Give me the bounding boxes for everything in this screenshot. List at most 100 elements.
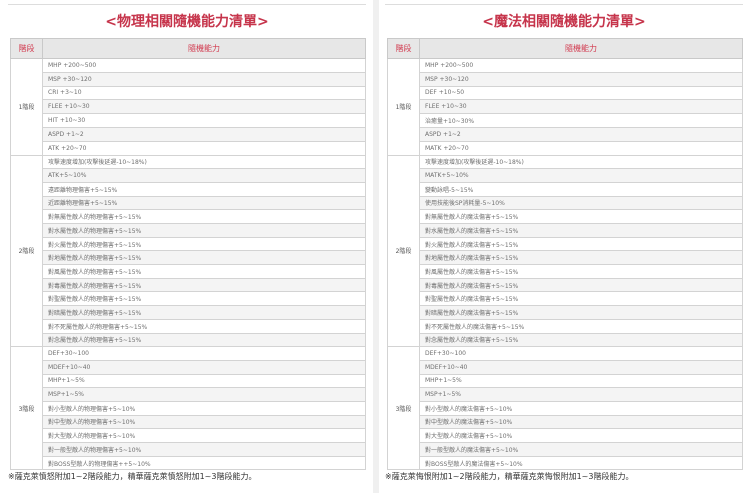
ability-cell: MHP +200~500: [419, 58, 743, 73]
ability-cell: 遠距離物理傷害+5~15%: [42, 181, 366, 197]
table-row: 2階段 攻擊速度增加(攻擊後延遲-10~18%): [387, 154, 743, 348]
ability-cell: 對中型敵人的物理傷害+5~10%: [42, 414, 366, 430]
stage-cell: 3階段: [10, 346, 43, 471]
magic-table: 階段 隨機能力 1階段 MHP +200~500 MSP +30~120 DEF +1…: [387, 38, 743, 471]
ability-cell: 對毒屬性敵人的物理傷害+5~15%: [42, 277, 366, 293]
table-row: 對念屬性敵人的魔法傷害+5~15%: [388, 332, 743, 348]
physical-title: <物理相關隨機能力清單>: [105, 14, 269, 30]
ability-cell: MSP+1~5%: [419, 387, 743, 402]
table-row: MSP+1~5%: [11, 387, 366, 402]
table-row: ATK+5~10%: [11, 168, 366, 183]
ability-cell: 對BOSS型敵人的魔法傷害+5~10%: [419, 455, 743, 471]
ability-cell: ASPD +1~2: [42, 126, 366, 142]
stage-cell: 1階段: [10, 58, 43, 156]
table-row: 1階段 MHP +200~500: [10, 58, 366, 156]
table-row: 對火屬性敵人的物理傷害+5~15%: [11, 236, 366, 252]
magic-footnote: ※薩克萊悔恨附加1~2階段能力，精華薩克萊悔恨附加1~3階段能力。: [385, 472, 634, 481]
ability-cell: HIT +10~30: [42, 113, 366, 128]
table-row: MDEF+10~40: [388, 359, 743, 375]
ability-cell: 對水屬性敵人的物理傷害+5~15%: [42, 223, 366, 238]
table-row: 對一般型敵人的物理傷害+5~10%: [11, 442, 366, 457]
ability-cell: MDEF+10~40: [419, 359, 743, 375]
table-row: 對地屬性敵人的物理傷害+5~15%: [11, 250, 366, 266]
table-row: 對聖屬性敵人的魔法傷害+5~15%: [388, 291, 743, 307]
ability-cell: 對火屬性敵人的魔法傷害+5~15%: [419, 236, 743, 252]
table-row: 對念屬性敵人的物理傷害+5~15%: [11, 332, 366, 348]
top-rule: [8, 4, 366, 5]
ability-cell: MHP +200~500: [42, 58, 366, 73]
stage-cell: 2階段: [10, 154, 43, 348]
ability-cell: ASPD +1~2: [419, 126, 743, 142]
table-row: 3階段 DEF+30~100: [10, 346, 366, 471]
ability-cell: 對聖屬性敵人的物理傷害+5~15%: [42, 291, 366, 307]
ability-header: 隨機能力: [419, 38, 743, 59]
table-row: ASPD +1~2: [11, 126, 366, 142]
physical-footnote: ※薩克萊憤怒附加1~2階段能力，精華薩克萊憤怒附加1~3階段能力。: [8, 472, 257, 481]
table-row: 對一般型敵人的魔法傷害+5~10%: [388, 442, 743, 457]
table-row: 對大型敵人的物理傷害+5~10%: [11, 428, 366, 444]
table-row: ASPD +1~2: [388, 126, 743, 142]
table-row: 1階段 MHP +200~500: [387, 58, 743, 156]
table-row: 對聖屬性敵人的物理傷害+5~15%: [11, 291, 366, 307]
ability-cell: 變動詠唱-5~15%: [419, 181, 743, 197]
physical-table: 階段 隨機能力 1階段 MHP +200~500 MSP +30~120 CRI +3…: [10, 38, 366, 471]
table-row: 近距離物理傷害+5~15%: [11, 195, 366, 211]
ability-cell: 對聖屬性敵人的魔法傷害+5~15%: [419, 291, 743, 307]
table-row: 對BOSS型敵人的魔法傷害+5~10%: [388, 455, 743, 471]
table-row: 對毒屬性敵人的物理傷害+5~15%: [11, 277, 366, 293]
table-row: 對不死屬性敵人的物理傷害+5~15%: [11, 318, 366, 334]
ability-cell: ATK +20~70: [42, 140, 366, 156]
ability-cell: 對火屬性敵人的物理傷害+5~15%: [42, 236, 366, 252]
stage-header: 階段: [10, 38, 43, 59]
ability-cell: 對念屬性敵人的物理傷害+5~15%: [42, 332, 366, 348]
table-row: ATK +20~70: [11, 140, 366, 156]
ability-cell: 對不死屬性敵人的物理傷害+5~15%: [42, 318, 366, 334]
ability-cell: MSP+1~5%: [42, 387, 366, 402]
ability-cell: MSP +30~120: [42, 71, 366, 87]
table-row: 對水屬性敵人的魔法傷害+5~15%: [388, 223, 743, 238]
table-row: 治癒量+10~30%: [388, 113, 743, 128]
magic-panel: <魔法相關隨機能力清單> 階段 隨機能力 1階段 MHP +200~500 MSP …: [385, 0, 743, 493]
table-row: 2階段 攻擊速度增加(攻擊後延遲-10~18%): [10, 154, 366, 348]
table-row: MSP +30~120: [388, 71, 743, 87]
table-row: MSP +30~120: [11, 71, 366, 87]
table-row: MATK+5~10%: [388, 168, 743, 183]
ability-cell: DEF+30~100: [42, 346, 366, 361]
ability-cell: 對水屬性敵人的魔法傷害+5~15%: [419, 223, 743, 238]
table-row: 對火屬性敵人的魔法傷害+5~15%: [388, 236, 743, 252]
stage-cell: 2階段: [387, 154, 420, 348]
stage-header: 階段: [387, 38, 420, 59]
table-row: MDEF+10~40: [11, 359, 366, 375]
ability-cell: MATK+5~10%: [419, 168, 743, 183]
table-row: FLEE +10~30: [11, 99, 366, 115]
ability-cell: 對風屬性敵人的物理傷害+5~15%: [42, 264, 366, 279]
ability-cell: 對地屬性敵人的魔法傷害+5~15%: [419, 250, 743, 266]
table-row: 對無屬性敵人的魔法傷害+5~15%: [388, 209, 743, 225]
ability-cell: 對大型敵人的物理傷害+5~10%: [42, 428, 366, 444]
table-row: 對中型敵人的魔法傷害+5~10%: [388, 414, 743, 430]
table-row: 使用技能後SP消耗量-5~10%: [388, 195, 743, 211]
table-row: 對風屬性敵人的魔法傷害+5~15%: [388, 264, 743, 279]
ability-cell: 對BOSS型敵人的物理傷害++5~10%: [42, 455, 366, 471]
ability-cell: 對一般型敵人的物理傷害+5~10%: [42, 442, 366, 457]
table-row: MHP+1~5%: [388, 373, 743, 389]
table-row: 對大型敵人的魔法傷害+5~10%: [388, 428, 743, 444]
table-row: 3階段 DEF+30~100: [387, 346, 743, 471]
ability-cell: 對念屬性敵人的魔法傷害+5~15%: [419, 332, 743, 348]
ability-cell: MATK +20~70: [419, 140, 743, 156]
table-row: 對BOSS型敵人的物理傷害++5~10%: [11, 455, 366, 471]
ability-cell: DEF +10~50: [419, 85, 743, 101]
table-row: 對不死屬性敵人的魔法傷害+5~15%: [388, 318, 743, 334]
ability-cell: 對大型敵人的魔法傷害+5~10%: [419, 428, 743, 444]
ability-cell: CRI +3~10: [42, 85, 366, 101]
ability-cell: 對無屬性敵人的物理傷害+5~15%: [42, 209, 366, 225]
ability-cell: 對地屬性敵人的物理傷害+5~15%: [42, 250, 366, 266]
panel-divider: [373, 0, 379, 493]
ability-cell: 對暗屬性敵人的魔法傷害+5~15%: [419, 305, 743, 320]
table-row: 對水屬性敵人的物理傷害+5~15%: [11, 223, 366, 238]
table-row: 遠距離物理傷害+5~15%: [11, 181, 366, 197]
ability-cell: 攻擊速度增加(攻擊後延遲-10~18%): [419, 154, 743, 170]
table-row: 變動詠唱-5~15%: [388, 181, 743, 197]
ability-cell: MSP +30~120: [419, 71, 743, 87]
table-row: CRI +3~10: [11, 85, 366, 101]
